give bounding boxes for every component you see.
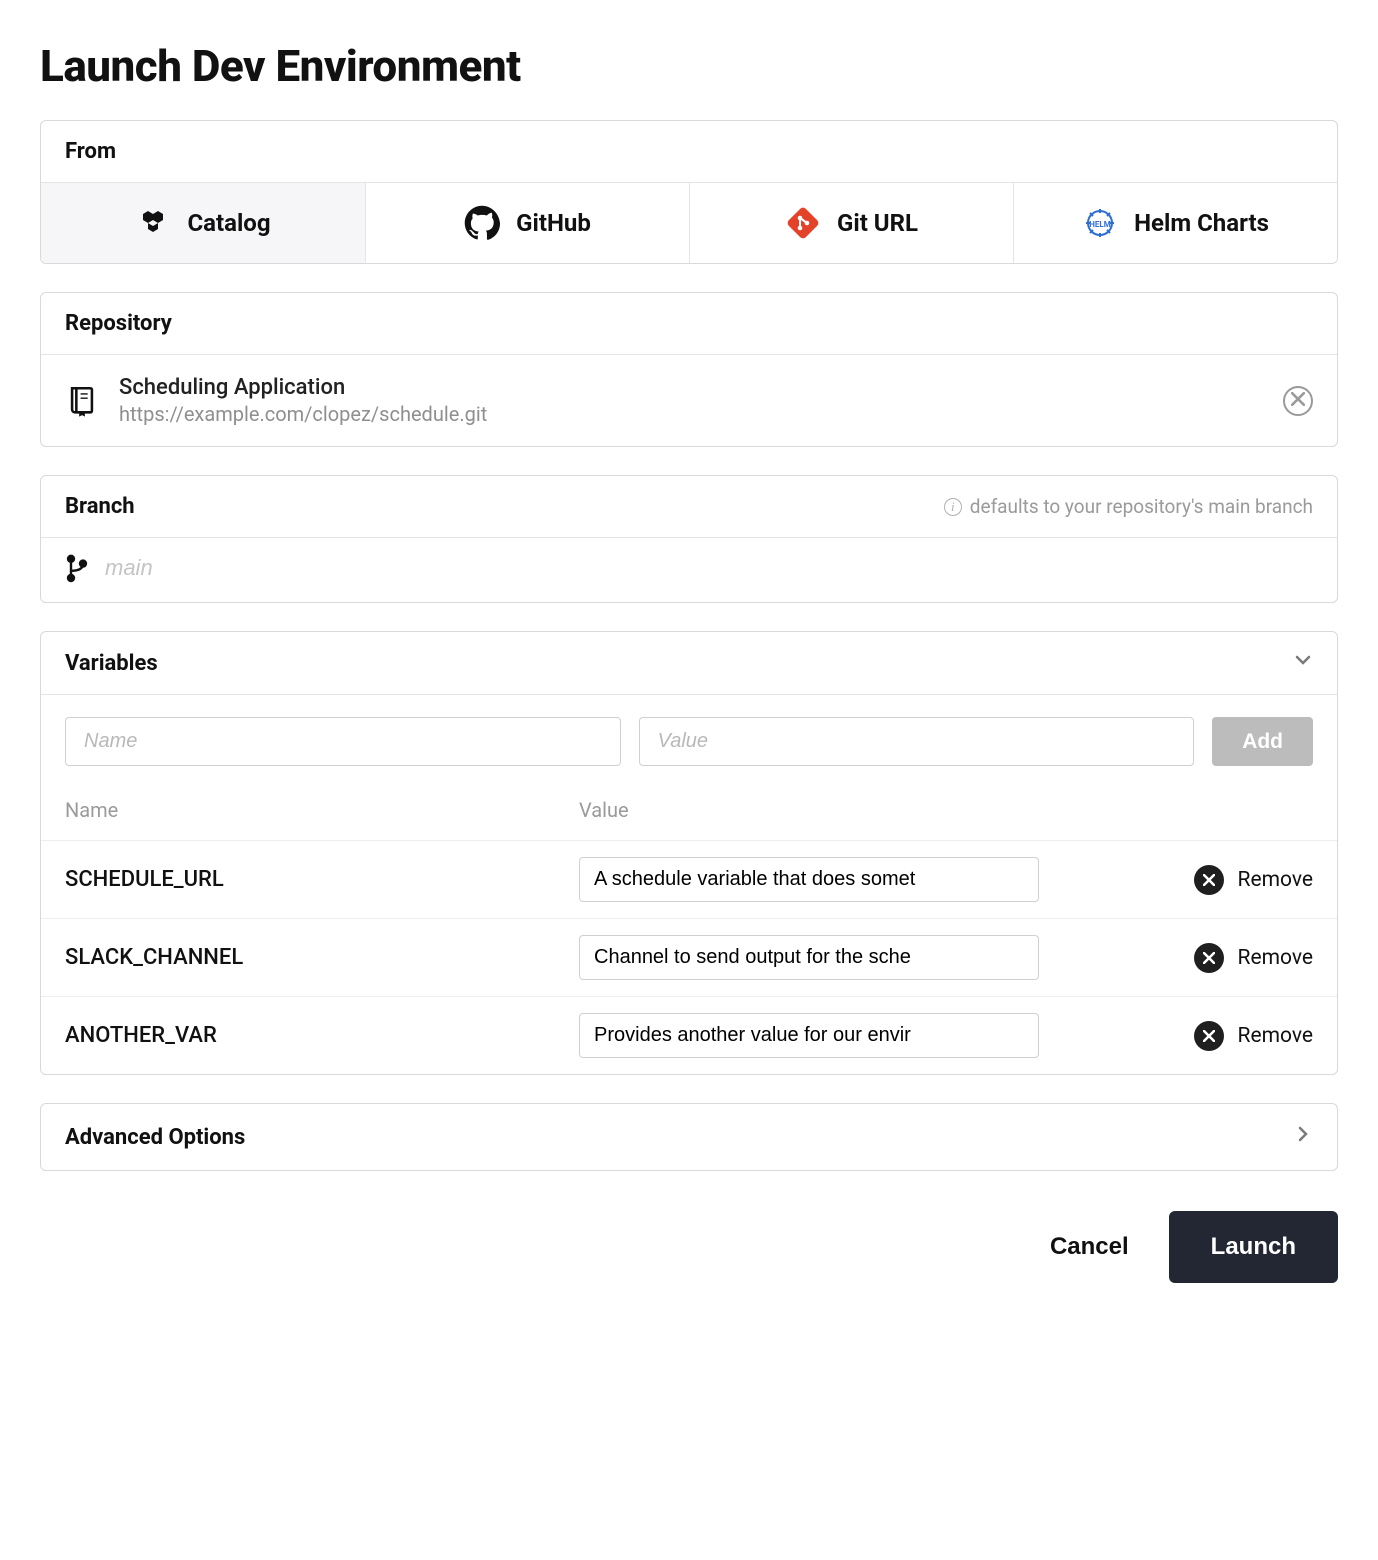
variables-add-row: Add	[41, 695, 1337, 788]
page-title: Launch Dev Environment	[40, 40, 1338, 92]
variable-name: ANOTHER_VAR	[65, 1023, 579, 1048]
variable-value-field[interactable]	[579, 935, 1039, 980]
close-icon	[1291, 391, 1305, 410]
remove-variable-button[interactable]	[1194, 865, 1224, 895]
variable-row: ANOTHER_VAR Remove	[41, 996, 1337, 1074]
info-icon: i	[944, 498, 962, 516]
tab-catalog[interactable]: Catalog	[41, 183, 365, 263]
variables-label: Variables	[65, 651, 158, 676]
chevron-down-icon	[1293, 650, 1313, 676]
variables-header[interactable]: Variables	[41, 632, 1337, 695]
variable-value-input[interactable]	[639, 717, 1195, 766]
tab-git-url[interactable]: Git URL	[689, 183, 1013, 263]
close-icon	[1203, 1024, 1215, 1048]
variable-row: SLACK_CHANNEL Remove	[41, 918, 1337, 996]
remove-label: Remove	[1238, 1024, 1314, 1048]
footer-actions: Cancel Launch	[40, 1211, 1338, 1283]
tab-label: GitHub	[516, 209, 591, 237]
clear-repository-button[interactable]	[1283, 386, 1313, 416]
catalog-icon	[135, 205, 171, 241]
variables-table-header: Name Value	[41, 788, 1337, 840]
branch-hint-text: defaults to your repository's main branc…	[970, 495, 1313, 518]
helm-icon: HELM	[1082, 205, 1118, 241]
repository-name: Scheduling Application	[119, 375, 1263, 400]
from-tabs: Catalog GitHub Git URL HELM Helm Charts	[41, 183, 1337, 263]
repository-header: Repository	[41, 293, 1337, 355]
tab-helm-charts[interactable]: HELM Helm Charts	[1013, 183, 1337, 263]
remove-label: Remove	[1238, 946, 1314, 970]
from-panel: From Catalog GitHub Git URL HELM Helm Ch…	[40, 120, 1338, 264]
launch-button[interactable]: Launch	[1169, 1211, 1338, 1283]
advanced-options-toggle[interactable]: Advanced Options	[41, 1104, 1337, 1170]
repository-row: Scheduling Application https://example.c…	[41, 355, 1337, 446]
from-panel-header: From	[41, 121, 1337, 183]
tab-label: Git URL	[837, 209, 918, 237]
repository-label: Repository	[65, 311, 172, 336]
repository-icon	[65, 384, 99, 418]
branch-input[interactable]	[105, 555, 1313, 581]
variables-panel: Variables Add Name Value SCHEDULE_URL Re…	[40, 631, 1338, 1075]
repository-url: https://example.com/clopez/schedule.git	[119, 402, 1263, 426]
tab-github[interactable]: GitHub	[365, 183, 689, 263]
advanced-options-panel: Advanced Options	[40, 1103, 1338, 1171]
column-name: Name	[65, 798, 579, 822]
close-icon	[1203, 946, 1215, 970]
tab-label: Catalog	[187, 209, 270, 237]
cancel-button[interactable]: Cancel	[1050, 1233, 1129, 1261]
from-label: From	[65, 139, 116, 164]
variable-value-field[interactable]	[579, 1013, 1039, 1058]
variable-name: SCHEDULE_URL	[65, 867, 579, 892]
remove-label: Remove	[1238, 868, 1314, 892]
git-icon	[785, 205, 821, 241]
repository-panel: Repository Scheduling Application https:…	[40, 292, 1338, 447]
github-icon	[464, 205, 500, 241]
branch-header: Branch i defaults to your repository's m…	[41, 476, 1337, 538]
close-icon	[1203, 868, 1215, 892]
advanced-options-label: Advanced Options	[65, 1125, 245, 1150]
tab-label: Helm Charts	[1134, 209, 1269, 237]
remove-variable-button[interactable]	[1194, 943, 1224, 973]
variable-value-field[interactable]	[579, 857, 1039, 902]
branch-label: Branch	[65, 494, 135, 519]
column-value: Value	[579, 798, 1093, 822]
svg-text:HELM: HELM	[1089, 220, 1110, 229]
variable-name-input[interactable]	[65, 717, 621, 766]
add-variable-button[interactable]: Add	[1212, 717, 1313, 766]
remove-variable-button[interactable]	[1194, 1021, 1224, 1051]
variable-row: SCHEDULE_URL Remove	[41, 840, 1337, 918]
variable-name: SLACK_CHANNEL	[65, 945, 579, 970]
branch-hint: i defaults to your repository's main bra…	[944, 495, 1313, 518]
branch-icon	[65, 554, 89, 582]
chevron-right-icon	[1293, 1124, 1313, 1150]
branch-panel: Branch i defaults to your repository's m…	[40, 475, 1338, 603]
